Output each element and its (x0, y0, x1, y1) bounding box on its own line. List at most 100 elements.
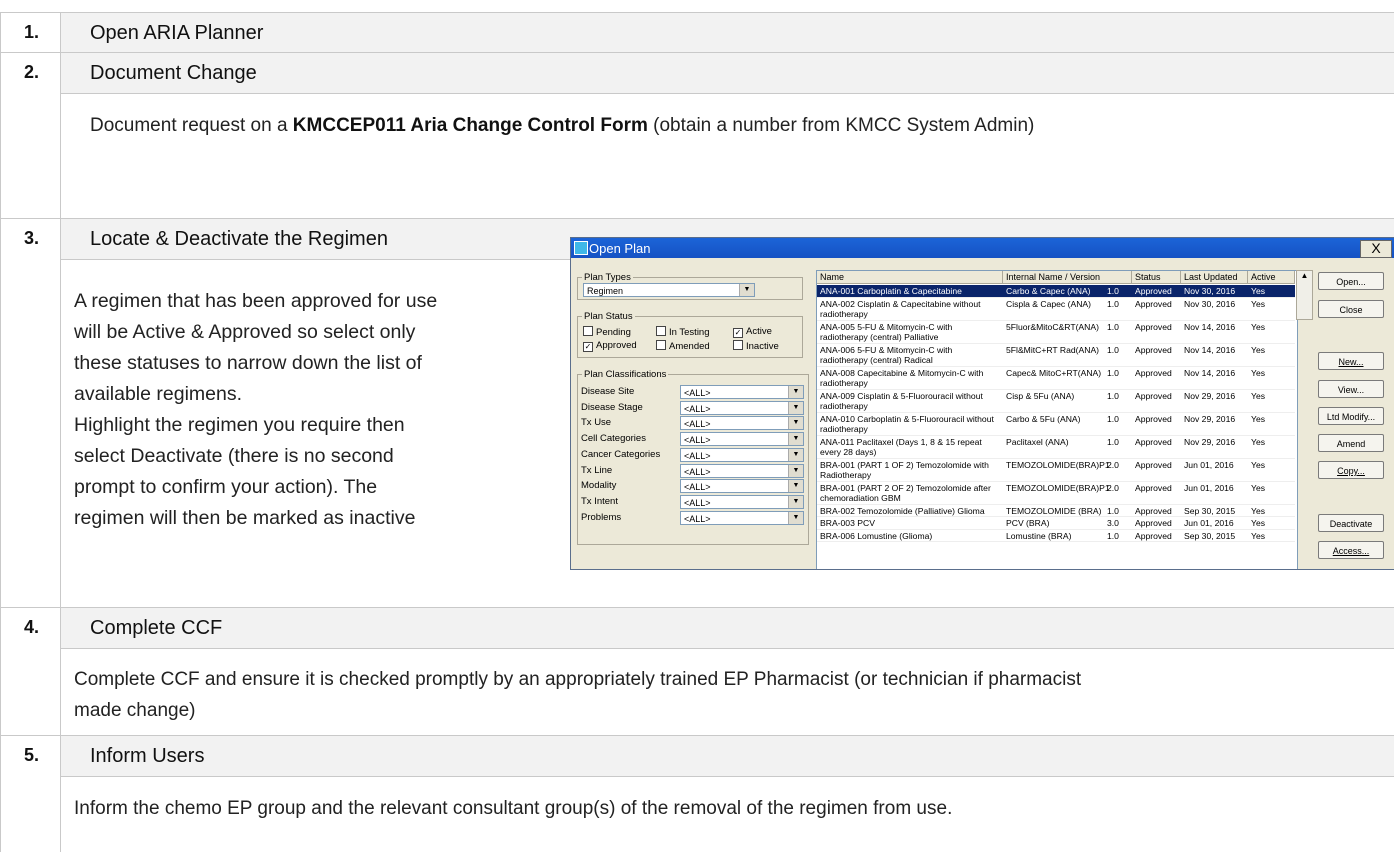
plan-name: ANA-010 Carboplatin & 5-Fluorouracil wit… (820, 414, 1002, 434)
cell-status: Approved (1135, 413, 1172, 424)
scroll-up-icon[interactable]: ▲ (1297, 271, 1312, 280)
status-checkbox-active[interactable]: ✓ Active (733, 326, 772, 338)
table-left-border (0, 12, 1, 852)
cell-version: 1.0 (1107, 436, 1119, 447)
column-header-internal-name[interactable]: Internal Name / Version (1003, 271, 1132, 284)
plan-name: BRA-001 (PART 1 OF 2) Temozolomide with R… (820, 460, 1002, 480)
body-line: these statuses to narrow down the list o… (74, 352, 422, 374)
table-row[interactable]: BRA-001 (PART 1 OF 2) Temozolomide with R… (817, 459, 1295, 482)
cell-active: Yes (1251, 286, 1266, 296)
table-row[interactable]: ANA-011 Paclitaxel (Days 1, 8 & 15 repea… (817, 436, 1295, 459)
select-value: <ALL> (684, 482, 711, 493)
plan-name-line: radiotherapy (820, 400, 868, 411)
classification-select[interactable]: <ALL> ▼ (680, 400, 804, 415)
plan-name-line: BRA-006 Lomustine (Glioma) (820, 530, 933, 541)
chevron-down-icon: ▼ (788, 386, 803, 398)
table-row[interactable]: BRA-001 (PART 2 OF 2) Temozolomide after… (817, 482, 1295, 505)
plan-name-line: radiotherapy (820, 377, 868, 388)
status-checkbox-in-testing[interactable]: In Testing (656, 326, 710, 338)
classification-select[interactable]: <ALL> ▼ (680, 416, 804, 431)
chevron-down-icon: ▼ (788, 511, 803, 524)
plan-name-line: radiotherapy (820, 423, 868, 434)
table-row[interactable]: ANA-002 Cisplatin & Capecitabine without… (817, 298, 1295, 321)
table-row[interactable]: ANA-001 Carboplatin & Capecitabine Carbo … (817, 285, 1295, 298)
classification-select[interactable]: <ALL> ▼ (680, 385, 804, 399)
plan-list: Name Internal Name / Version Status Last… (816, 270, 1298, 569)
chevron-down-icon: ▼ (788, 480, 803, 493)
cell-internal-name: 5Fluor&MitoC&RT(ANA) (1006, 321, 1099, 332)
table-row[interactable]: ANA-006 5-FU & Mitomycin-C with radiother… (817, 344, 1295, 367)
checkbox-box (583, 326, 593, 336)
classification-select[interactable]: <ALL> ▼ (680, 479, 804, 494)
cell-version: 1.0 (1107, 530, 1119, 541)
classification-label: Problems (581, 511, 622, 523)
cell-version: 1.0 (1107, 298, 1119, 309)
table-row[interactable]: BRA-002 Temozolomide (Palliative) Glioma… (817, 505, 1295, 517)
status-checkbox-approved[interactable]: ✓ Approved (583, 340, 637, 352)
step-number: 2. (24, 62, 40, 82)
classification-select[interactable]: <ALL> ▼ (680, 447, 804, 462)
cell-active: Yes (1251, 436, 1266, 447)
step-header-bg (61, 53, 1394, 93)
status-checkbox-amended[interactable]: Amended (656, 340, 710, 352)
cell-internal-name: Paclitaxel (ANA) (1006, 436, 1069, 447)
view-button[interactable]: View... (1318, 380, 1384, 398)
status-checkbox-pending[interactable]: Pending (583, 326, 631, 338)
plan-name: BRA-006 Lomustine (Glioma) (820, 531, 1002, 541)
copy-button[interactable]: Copy... (1318, 461, 1384, 479)
plan-name-line: ANA-005 5-FU & Mitomycin-C with (820, 321, 953, 332)
cell-status: Approved (1135, 530, 1172, 541)
body-line: will be Active & Approved so select only (74, 321, 416, 343)
cell-status: Approved (1135, 298, 1172, 309)
table-row[interactable]: ANA-010 Carboplatin & 5-Fluorouracil wit… (817, 413, 1295, 436)
step-body: Complete CCF and ensure it is checked pr… (74, 664, 1081, 726)
table-row[interactable]: ANA-008 Capecitabine & Mitomycin-C with r… (817, 367, 1295, 390)
step-number: 4. (24, 617, 40, 637)
list-scrollbar[interactable]: ▲ (1296, 270, 1313, 320)
access-button[interactable]: Access... (1318, 541, 1384, 559)
classification-label: Tx Intent (581, 495, 618, 507)
classification-select[interactable]: <ALL> ▼ (680, 463, 804, 478)
row-divider (61, 93, 1394, 94)
cell-internal-name: Lomustine (BRA) (1006, 530, 1072, 541)
deactivate-button[interactable]: Deactivate (1318, 514, 1384, 532)
classification-label: Disease Site (581, 386, 635, 397)
table-row[interactable]: ANA-005 5-FU & Mitomycin-C with radiother… (817, 321, 1295, 344)
checkbox-label: Pending (596, 327, 631, 338)
close-icon[interactable]: X (1360, 240, 1392, 258)
column-header-status[interactable]: Status (1132, 271, 1181, 284)
body-line: Highlight the regimen you require then (74, 414, 405, 436)
table-row[interactable]: BRA-003 PCV PCV (BRA) 3.0 Approved Jun 01, 2… (817, 517, 1295, 530)
table-row[interactable]: ANA-009 Cisplatin & 5-Fluorouracil witho… (817, 390, 1295, 413)
column-header-name[interactable]: Name (817, 271, 1003, 284)
open-button[interactable]: Open... (1318, 272, 1384, 290)
column-header-last-updated[interactable]: Last Updated (1181, 271, 1248, 284)
plan-name: BRA-001 (PART 2 OF 2) Temozolomide after… (820, 483, 1002, 503)
close-button[interactable]: Close (1318, 300, 1384, 318)
plan-name: ANA-006 5-FU & Mitomycin-C with radiother… (820, 345, 1002, 365)
table-row[interactable]: BRA-006 Lomustine (Glioma) Lomustine (BRA… (817, 530, 1295, 542)
column-header-active[interactable]: Active (1248, 271, 1295, 284)
cell-status: Approved (1135, 367, 1172, 378)
classification-select[interactable]: <ALL> ▼ (680, 510, 804, 525)
cell-status: Approved (1135, 344, 1172, 355)
amend-button[interactable]: Amend (1318, 434, 1384, 452)
cell-status: Approved (1135, 436, 1172, 447)
plan-types-select[interactable]: Regimen ▼ (583, 283, 755, 297)
body-line: prompt to confirm your action). The (74, 476, 378, 498)
classification-select[interactable]: <ALL> ▼ (680, 494, 804, 509)
plan-name-line: radiotherapy (central) Palliative (820, 331, 939, 342)
classification-select[interactable]: <ALL> ▼ (680, 432, 804, 447)
cell-status: Approved (1135, 505, 1172, 516)
cell-internal-name: Carbo & Capec (ANA) (1006, 286, 1091, 296)
select-value: <ALL> (684, 388, 711, 398)
cell-version: 2.0 (1107, 482, 1119, 493)
step-body: Document request on a KMCCEP011 Aria Cha… (90, 110, 1034, 141)
body-line: Complete CCF and ensure it is checked pr… (74, 669, 1082, 690)
ltd-modify-button[interactable]: Ltd Modify... (1318, 407, 1384, 425)
cell-last-updated: Nov 14, 2016 (1184, 321, 1236, 332)
cell-last-updated: Nov 29, 2016 (1184, 390, 1236, 401)
status-checkbox-inactive[interactable]: Inactive (733, 340, 779, 352)
new-button[interactable]: New... (1318, 352, 1384, 370)
cell-version: 1.0 (1107, 390, 1119, 401)
